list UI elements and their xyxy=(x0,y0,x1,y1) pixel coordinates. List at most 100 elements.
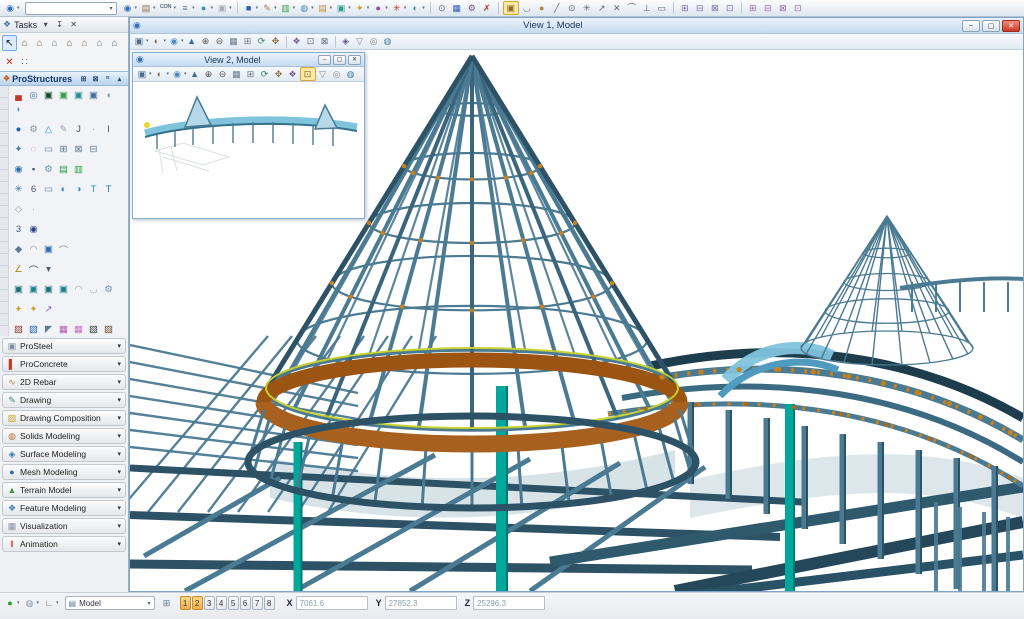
tool-icon[interactable]: ∠ xyxy=(12,263,25,276)
tool-icon[interactable]: ▪ xyxy=(27,163,40,176)
tool-icon[interactable]: T xyxy=(87,183,100,196)
view-toggle-5[interactable]: 5 xyxy=(228,596,239,610)
view-menu-icon[interactable]: ◉ xyxy=(133,20,141,31)
copy-element-icon[interactable]: ⊞ xyxy=(678,1,692,15)
pan-view-icon[interactable]: ✥ xyxy=(269,35,283,49)
tool-icon[interactable]: ◑ xyxy=(72,183,85,196)
view-groups-icon-button[interactable]: ⊞ xyxy=(160,596,174,611)
raster-manager-icon[interactable]: ▤ xyxy=(316,1,334,15)
clip-mask-icon[interactable]: ◎ xyxy=(367,35,381,49)
layout-list-icon[interactable]: ≡ xyxy=(102,73,113,84)
task-search-building-icon[interactable]: ⌂ xyxy=(107,35,122,51)
y-value-field[interactable]: 27852.3 xyxy=(385,596,457,610)
tool-icon[interactable]: ◉ xyxy=(27,223,40,236)
tool-icon[interactable]: ◡ xyxy=(87,283,100,296)
panel-mesh-modeling[interactable]: ● Mesh Modeling ▾ xyxy=(2,464,126,480)
tool-icon[interactable]: ◖ xyxy=(102,89,115,102)
task-building-3-icon[interactable]: ⌂ xyxy=(47,35,62,51)
tool-icon[interactable]: ▣ xyxy=(42,89,55,102)
tool-icon[interactable]: △ xyxy=(42,123,55,136)
task-building-5-icon[interactable]: ⌂ xyxy=(77,35,92,51)
tool-icon[interactable]: ◉ xyxy=(12,163,25,176)
x-value-field[interactable]: 7061.6 xyxy=(296,596,368,610)
view1-viewport[interactable]: ◉ View 2, Model – ▢ ✕ ▣◐◉▲⊕⊖▦⊞⟳✥❖⊡▽◎◍ xyxy=(130,50,1023,591)
active-globe-icon[interactable]: ● xyxy=(197,1,215,15)
acs-plane-icon[interactable]: ∟ xyxy=(42,596,60,611)
tool-icon[interactable]: ◆ xyxy=(12,243,25,256)
con-snap-icon[interactable]: CON xyxy=(158,1,178,15)
panel-visualization[interactable]: ▦ Visualization ▾ xyxy=(2,518,126,534)
element-selection-icon[interactable]: ▣ xyxy=(503,1,519,15)
panel-terrain-model[interactable]: ▲ Terrain Model ▾ xyxy=(2,482,126,498)
place-multiline-icon[interactable]: ↗ xyxy=(595,1,609,15)
view-pointer-icon[interactable]: ▲ xyxy=(185,35,199,49)
view-perspective-icon[interactable]: ◍ xyxy=(381,35,395,49)
fit-view-icon[interactable]: ▦ xyxy=(227,35,241,49)
tool-icon[interactable]: I xyxy=(102,123,115,136)
tool-icon[interactable]: ✦ xyxy=(12,143,25,156)
panel-drawing-composition[interactable]: ▨ Drawing Composition ▾ xyxy=(2,410,126,426)
scale-element-icon[interactable]: ⊠ xyxy=(708,1,722,15)
mirror-element-icon[interactable]: ⊞ xyxy=(746,1,760,15)
task-building-1-icon[interactable]: ⌂ xyxy=(17,35,32,51)
maximize-button[interactable]: ▢ xyxy=(982,20,1000,32)
task-building-6-icon[interactable]: ⌂ xyxy=(92,35,107,51)
stretch-element-icon[interactable]: ⊡ xyxy=(791,1,805,15)
app-menu-icon[interactable]: ◉ xyxy=(3,1,21,15)
tool-icon[interactable]: ▥ xyxy=(72,163,85,176)
tasks-panel-header[interactable]: ❖ Tasks ▾ ↧ ✕ xyxy=(0,17,128,33)
tool-icon[interactable]: ▣ xyxy=(42,283,55,296)
view-toggle-1[interactable]: 1 xyxy=(180,596,191,610)
move-element-icon[interactable]: ⊟ xyxy=(693,1,707,15)
z-value-field[interactable]: 25296.3 xyxy=(473,596,545,610)
zoom-in-icon[interactable]: ⊕ xyxy=(199,35,213,49)
snap-mode-icon[interactable]: ● xyxy=(3,596,21,611)
view-toggle-4[interactable]: 4 xyxy=(216,596,227,610)
place-circle-icon[interactable]: ⊙ xyxy=(565,1,579,15)
measure-icon[interactable]: ⊙ xyxy=(435,1,449,15)
tool-icon[interactable]: ▦ xyxy=(57,323,70,336)
tool-icon[interactable]: ◐ xyxy=(57,183,70,196)
tool-icon[interactable]: ▣ xyxy=(27,283,40,296)
tool-icon[interactable]: ◇ xyxy=(12,203,25,216)
tool-icon[interactable]: ▧ xyxy=(87,323,100,336)
view-next-icon[interactable]: ⊠ xyxy=(318,35,332,49)
tool-icon[interactable]: ▧ xyxy=(27,323,40,336)
close-button[interactable]: ✕ xyxy=(1002,20,1020,32)
tool-icon[interactable]: ▣ xyxy=(72,89,85,102)
place-point-icon[interactable]: ● xyxy=(535,1,549,15)
tool-icon[interactable]: ▨ xyxy=(102,323,115,336)
settings-icon[interactable]: ⚙ xyxy=(465,1,479,15)
attributes-page-icon[interactable]: ▤ xyxy=(139,1,157,15)
tool-icon[interactable]: ⊟ xyxy=(87,143,100,156)
model-selector[interactable]: ▤ Model xyxy=(65,596,155,610)
panel-animation[interactable]: ‖ Animation ▾ xyxy=(2,536,126,552)
tool-icon[interactable]: ▣ xyxy=(57,89,70,102)
tool-icon[interactable]: ▣ xyxy=(12,283,25,296)
tasks-menu-caret-icon[interactable]: ▾ xyxy=(40,20,51,29)
tool-icon[interactable]: ⚙ xyxy=(27,123,40,136)
references-icon[interactable]: ◍ xyxy=(297,1,315,15)
tool-icon[interactable]: ▣ xyxy=(87,89,100,102)
delete-task-icon[interactable]: ✕ xyxy=(2,54,17,70)
panel-feature-modeling[interactable]: ❖ Feature Modeling ▾ xyxy=(2,500,126,516)
tool-icon[interactable]: ▤ xyxy=(57,163,70,176)
close-icon[interactable]: ✕ xyxy=(68,20,79,29)
view-display-style-icon[interactable]: ◐ xyxy=(150,35,168,49)
models-icon[interactable]: ■ xyxy=(242,1,260,15)
active-workset-icon[interactable]: ◉ xyxy=(121,1,139,15)
tool-icon[interactable]: ▄ xyxy=(12,89,25,102)
view1-titlebar[interactable]: ◉ View 1, Model – ▢ ✕ xyxy=(130,18,1023,34)
layout-large-icon[interactable]: ⊞ xyxy=(78,73,89,84)
tool-icon[interactable]: ✦ xyxy=(27,303,40,316)
rotate-element-icon[interactable]: ⊡ xyxy=(723,1,737,15)
tool-icon[interactable]: ▨ xyxy=(12,323,25,336)
panel-prosteel[interactable]: ▣ ProSteel ▾ xyxy=(2,338,126,354)
accudraw-icon[interactable]: ▦ xyxy=(450,1,464,15)
view-attributes-icon[interactable]: ▣ xyxy=(132,35,150,49)
panel-solids-modeling[interactable]: ◍ Solids Modeling ▾ xyxy=(2,428,126,444)
level-display-icon[interactable]: ▥ xyxy=(279,1,297,15)
place-shape-icon[interactable]: ▭ xyxy=(655,1,669,15)
panel-proconcrete[interactable]: ▌ ProConcrete ▾ xyxy=(2,356,126,372)
locks-status-icon[interactable]: ◍ xyxy=(23,596,41,611)
